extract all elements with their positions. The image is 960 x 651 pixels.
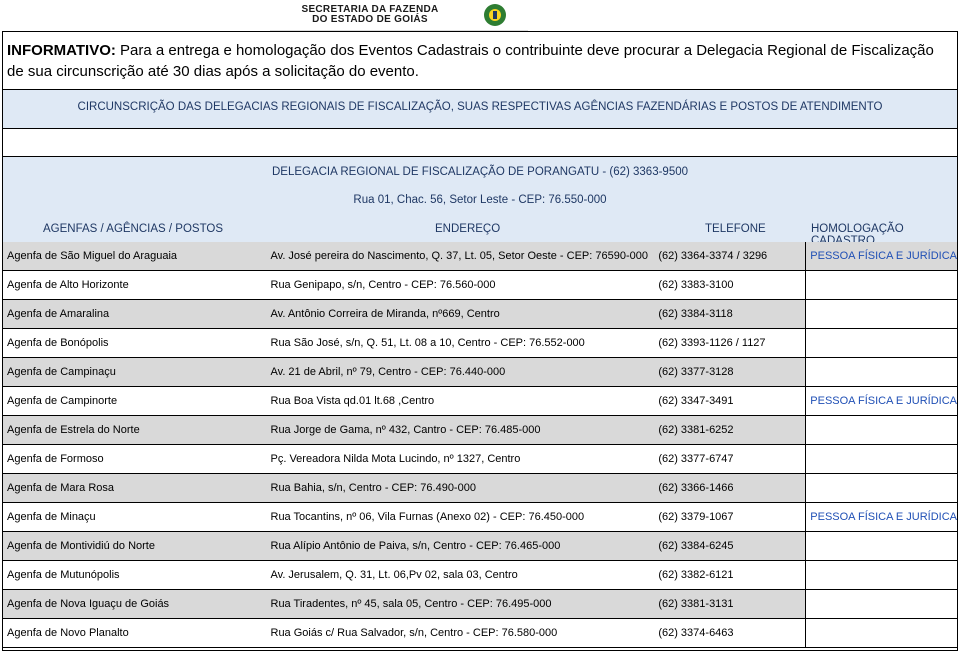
table-row: Agenfa de Campinaçu Av. 21 de Abril, nº 7… xyxy=(3,357,957,387)
table-row: Agenfa de Novo Planalto Rua Goiás c/ Rua … xyxy=(3,618,957,648)
agencia-name: Agenfa de Bonópolis xyxy=(3,328,267,358)
agencia-phone: (62) 3381-3131 xyxy=(654,589,806,619)
table-row: Agenfa de Nova Iguaçu de Goiás Rua Tirade… xyxy=(3,589,957,619)
agencia-name: Agenfa de Nova Iguaçu de Goiás xyxy=(3,589,267,619)
logo-line-2: DO ESTADO DE GOIÁS xyxy=(312,14,428,25)
agencia-address: Av. José pereira do Nascimento, Q. 37, L… xyxy=(266,242,655,271)
agencia-name: Agenfa de Novo Planalto xyxy=(3,618,267,648)
agencia-homologacao xyxy=(805,589,957,619)
table-row: Agenfa de Alto Horizonte Rua Genipapo, s/… xyxy=(3,270,957,300)
agencia-address: Rua Jorge de Gama, nº 432, Cantro - CEP:… xyxy=(266,415,655,445)
agencia-name: Agenfa de Mutunópolis xyxy=(3,560,267,590)
agencia-phone: (62) 3366-1466 xyxy=(654,473,806,503)
table-row: Agenfa de Minaçu Rua Tocantins, nº 06, Vi… xyxy=(3,502,957,532)
column-endereco: ENDEREÇO xyxy=(435,223,501,235)
agencias-table-body: Agenfa de São Miguel do Araguaia Av. José… xyxy=(3,242,957,648)
agencia-phone: (62) 3384-3118 xyxy=(654,299,806,329)
agencia-homologacao xyxy=(805,357,957,387)
agencia-address: Rua Goiás c/ Rua Salvador, s/n, Centro -… xyxy=(266,618,655,648)
table-row: Agenfa de São Miguel do Araguaia Av. José… xyxy=(3,242,957,271)
table-row: Agenfa de Formoso Pç. Vereadora Nilda Mot… xyxy=(3,444,957,474)
agencia-address: Av. Antônio Correira de Miranda, nº669, … xyxy=(266,299,655,329)
agencia-name: Agenfa de Amaralina xyxy=(3,299,267,329)
agencia-homologacao xyxy=(805,299,957,329)
agencia-homologacao xyxy=(805,618,957,648)
agencia-name: Agenfa de Campinorte xyxy=(3,386,267,416)
circunscricao-band: CIRCUNSCRIÇÃO DAS DELEGACIAS REGIONAIS D… xyxy=(3,89,957,129)
agencia-phone: (62) 3382-6121 xyxy=(654,560,806,590)
agencia-address: Rua Tiradentes, nº 45, sala 05, Centro -… xyxy=(266,589,655,619)
agencia-address: Rua São José, s/n, Q. 51, Lt. 08 a 10, C… xyxy=(266,328,655,358)
table-row: Agenfa de Amaralina Av. Antônio Correira … xyxy=(3,299,957,329)
table-header: AGENFAS / AGÊNCIAS / POSTOS ENDEREÇO TEL… xyxy=(3,220,957,247)
table-row: Agenfa de Estrela do Norte Rua Jorge de G… xyxy=(3,415,957,445)
agencia-name: Agenfa de Alto Horizonte xyxy=(3,270,267,300)
agencia-address: Rua Bahia, s/n, Centro - CEP: 76.490-000 xyxy=(266,473,655,503)
table-row: Agenfa de Montividiú do Norte Rua Alípio … xyxy=(3,531,957,561)
agencia-phone: (62) 3393-1126 / 1127 xyxy=(654,328,806,358)
agencia-phone: (62) 3364-3374 / 3296 xyxy=(654,242,806,271)
agencia-phone: (62) 3374-6463 xyxy=(654,618,806,648)
agencia-phone: (62) 3384-6245 xyxy=(654,531,806,561)
table-row: Agenfa de Mutunópolis Av. Jerusalem, Q. 3… xyxy=(3,560,957,590)
agencia-address: Rua Alípio Antônio de Paiva, s/n, Centro… xyxy=(266,531,655,561)
table-row: Agenfa de Mara Rosa Rua Bahia, s/n, Centr… xyxy=(3,473,957,503)
agencia-name: Agenfa de Estrela do Norte xyxy=(3,415,267,445)
agencia-name: Agenfa de Campinaçu xyxy=(3,357,267,387)
circunscricao-title: CIRCUNSCRIÇÃO DAS DELEGACIAS REGIONAIS D… xyxy=(77,101,883,113)
agencia-name: Agenfa de Montividiú do Norte xyxy=(3,531,267,561)
agencia-phone: (62) 3379-1067 xyxy=(654,502,806,532)
agencia-homologacao xyxy=(805,415,957,445)
agencia-phone: (62) 3377-6747 xyxy=(654,444,806,474)
agencia-phone: (62) 3377-3128 xyxy=(654,357,806,387)
agencia-address: Rua Tocantins, nº 06, Vila Furnas (Anexo… xyxy=(266,502,655,532)
goias-seal-icon xyxy=(484,4,506,26)
agencia-phone: (62) 3383-3100 xyxy=(654,270,806,300)
agencia-phone: (62) 3347-3491 xyxy=(654,386,806,416)
informativo-text: Para a entrega e homologação dos Eventos… xyxy=(7,42,934,80)
agencia-phone: (62) 3381-6252 xyxy=(654,415,806,445)
agencia-name: Agenfa de Mara Rosa xyxy=(3,473,267,503)
agencias-table: Agenfa de São Miguel do Araguaia Av. José… xyxy=(3,242,957,648)
agencia-address: Av. Jerusalem, Q. 31, Lt. 06,Pv 02, sala… xyxy=(266,560,655,590)
delegacia-address: Rua 01, Chac. 56, Setor Leste - CEP: 76.… xyxy=(353,194,607,206)
agencia-homologacao xyxy=(805,531,957,561)
agencia-homologacao xyxy=(805,444,957,474)
agencia-homologacao xyxy=(805,328,957,358)
column-agencias: AGENFAS / AGÊNCIAS / POSTOS xyxy=(43,223,224,235)
document-frame: INFORMATIVO: Para a entrega e homologaçã… xyxy=(2,31,958,651)
agencia-homologacao: PESSOA FÍSICA E JURÍDICA xyxy=(805,386,957,416)
agencia-homologacao: PESSOA FÍSICA E JURÍDICA xyxy=(805,242,957,271)
agencia-name: Agenfa de Formoso xyxy=(3,444,267,474)
agencia-homologacao: PESSOA FÍSICA E JURÍDICA xyxy=(805,502,957,532)
agencia-name: Agenfa de Minaçu xyxy=(3,502,267,532)
agencia-homologacao xyxy=(805,270,957,300)
agencia-homologacao xyxy=(805,473,957,503)
agencia-name: Agenfa de São Miguel do Araguaia xyxy=(3,242,267,271)
agencia-address: Rua Boa Vista qd.01 lt.68 ,Centro xyxy=(266,386,655,416)
sefaz-logo: SECRETARIA DA FAZENDA DO ESTADO DE GOIÁS xyxy=(270,0,528,31)
agencia-address: Rua Genipapo, s/n, Centro - CEP: 76.560-… xyxy=(266,270,655,300)
informativo-label: INFORMATIVO: xyxy=(7,42,116,59)
agencia-homologacao xyxy=(805,560,957,590)
agencia-address: Av. 21 de Abril, nº 79, Centro - CEP: 76… xyxy=(266,357,655,387)
delegacia-title: DELEGACIA REGIONAL DE FISCALIZAÇÃO DE PO… xyxy=(271,166,689,178)
column-telefone: TELEFONE xyxy=(705,223,766,235)
informativo: INFORMATIVO: Para a entrega e homologaçã… xyxy=(7,40,953,82)
agencia-address: Pç. Vereadora Nilda Mota Lucindo, nº 132… xyxy=(266,444,655,474)
table-row: Agenfa de Campinorte Rua Boa Vista qd.01 … xyxy=(3,386,957,416)
table-row: Agenfa de Bonópolis Rua São José, s/n, Q.… xyxy=(3,328,957,358)
